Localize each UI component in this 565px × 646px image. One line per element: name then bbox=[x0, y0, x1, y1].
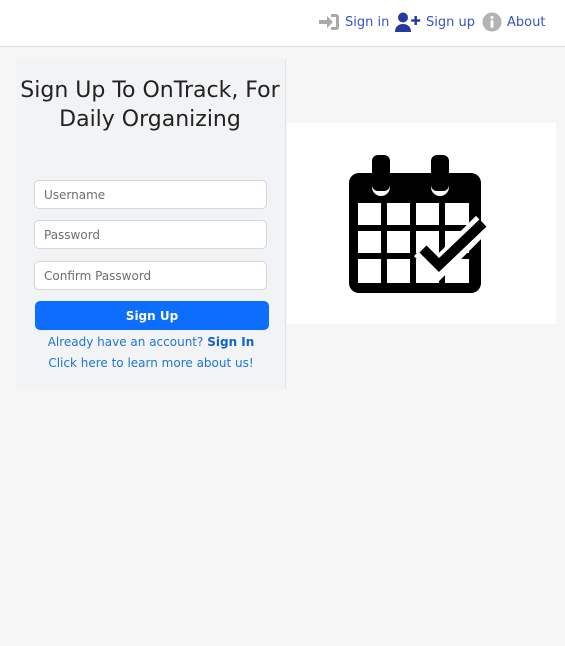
nav-sign-in-link[interactable]: Sign in bbox=[318, 11, 389, 33]
user-plus-icon bbox=[395, 12, 421, 32]
signup-panel: Sign Up To OnTrack, For Daily Organizing… bbox=[16, 59, 286, 389]
info-icon bbox=[482, 12, 502, 32]
sign-in-icon bbox=[319, 14, 339, 30]
password-field[interactable] bbox=[34, 220, 267, 249]
nav-about-label: About bbox=[507, 14, 546, 30]
nav-sign-up-label: Sign up bbox=[426, 14, 475, 30]
sign-in-link[interactable]: Sign In bbox=[207, 335, 254, 349]
username-field[interactable] bbox=[34, 180, 267, 209]
nav-sign-up-link[interactable]: Sign up bbox=[395, 11, 475, 33]
calendar-check-icon bbox=[349, 155, 491, 293]
nav-about-link[interactable]: About bbox=[482, 11, 545, 33]
illustration-card bbox=[287, 123, 556, 324]
account-prompt-text: Already have an account? bbox=[47, 335, 204, 349]
nav-sign-in-label: Sign in bbox=[345, 14, 390, 30]
confirm-password-field[interactable] bbox=[34, 261, 267, 290]
learn-more-link[interactable]: Click here to learn more about us! bbox=[16, 356, 286, 370]
signup-title: Sign Up To OnTrack, For Daily Organizing bbox=[20, 78, 280, 132]
account-prompt-line: Already have an account? Sign In bbox=[16, 335, 286, 349]
top-navbar: Sign in Sign up About bbox=[0, 0, 565, 47]
sign-up-button[interactable]: Sign Up bbox=[35, 301, 269, 330]
